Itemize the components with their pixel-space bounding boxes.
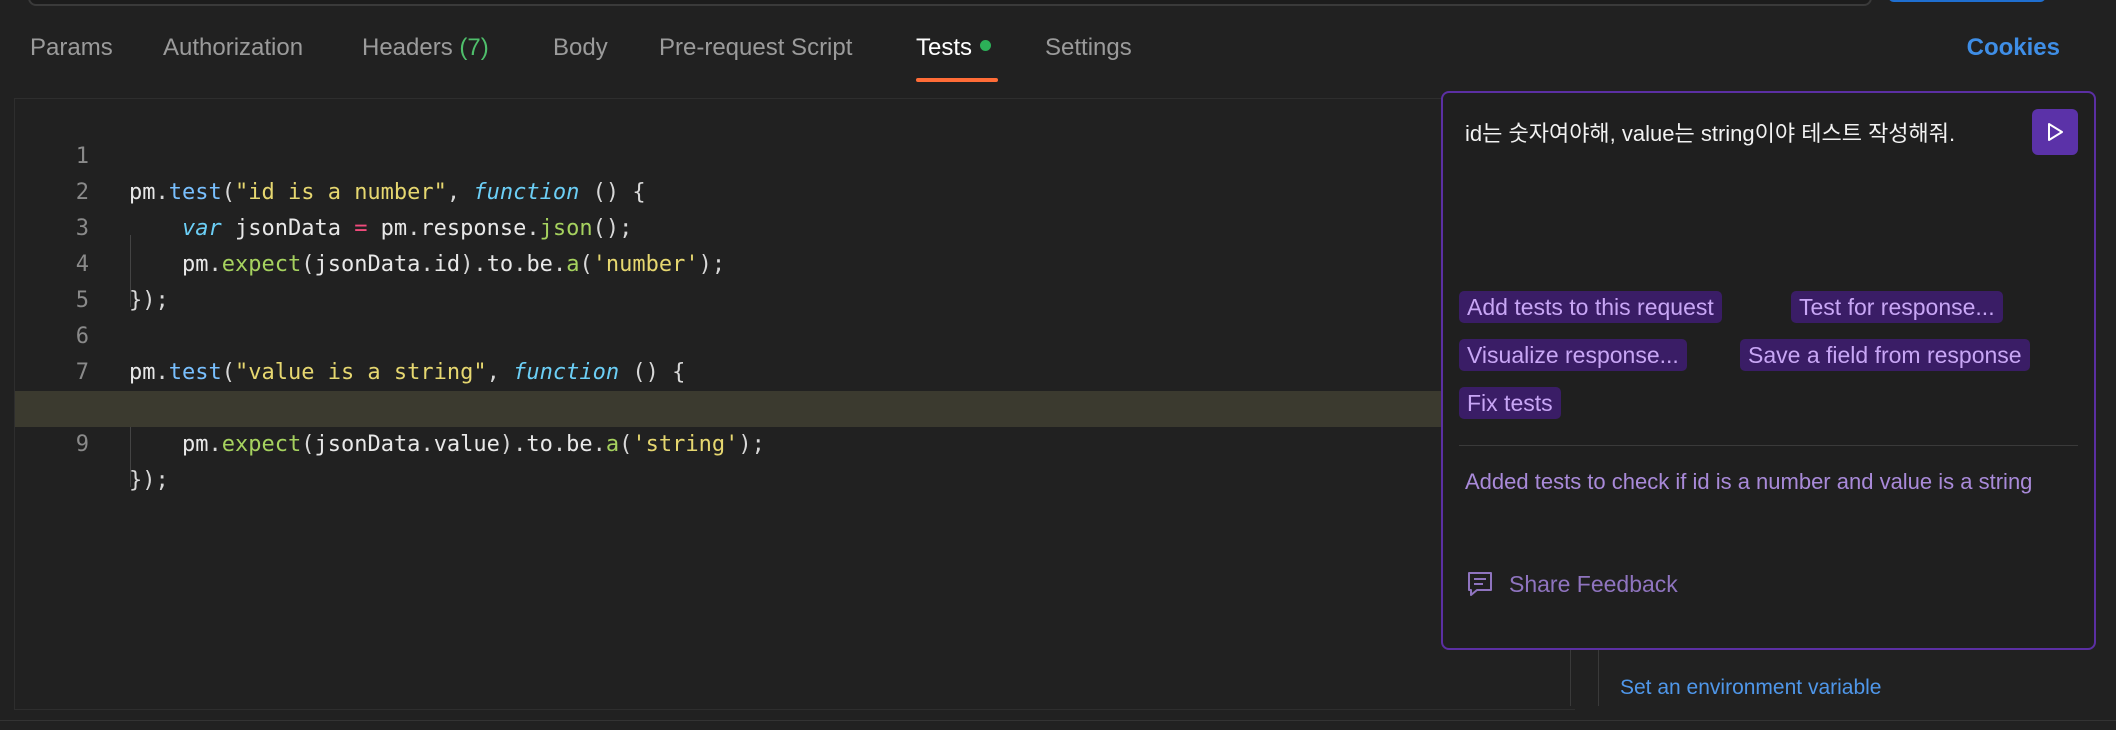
play-icon	[2048, 123, 2063, 141]
code-line: 3 pm.expect(jsonData.id).to.be.a('number…	[15, 175, 1575, 277]
suggestion-chip[interactable]: Visualize response...	[1459, 339, 1687, 371]
suggestion-chip[interactable]: Fix tests	[1459, 387, 1561, 419]
tab-headers-label: Headers	[362, 34, 453, 61]
divider	[1459, 445, 2078, 446]
share-feedback-button[interactable]: Share Feedback	[1465, 569, 1678, 599]
code-line: 5	[15, 247, 1575, 313]
suggestion-chip[interactable]: Test for response...	[1791, 291, 2003, 323]
code-line: 4 });	[15, 211, 1575, 313]
suggestion-chip[interactable]: Save a field from response	[1740, 339, 2030, 371]
snippet-set-environment-variable[interactable]: Set an environment variable	[1620, 676, 1882, 700]
tab-settings[interactable]: Settings	[1045, 34, 1132, 62]
suggestion-chip[interactable]: Add tests to this request	[1459, 291, 1722, 323]
feedback-message-icon	[1468, 572, 1492, 596]
ai-send-button[interactable]	[2032, 109, 2078, 155]
code-text: pm.expect(jsonData.value).to.be.a('strin…	[129, 432, 765, 457]
cookies-link[interactable]: Cookies	[1967, 34, 2060, 62]
tab-authorization[interactable]: Authorization	[163, 34, 303, 62]
code-line: 7 var jsonData = pm.response.json();	[15, 319, 1575, 421]
ai-response-text: Added tests to check if id is a number a…	[1465, 469, 2033, 494]
active-tab-indicator	[916, 78, 998, 82]
code-line: 1 pm.test("id is a number", function () …	[15, 103, 1575, 205]
tab-body[interactable]: Body	[553, 34, 608, 62]
tests-status-dot	[980, 40, 992, 52]
code-line-active: 9 });	[15, 391, 1575, 493]
ai-prompt-input[interactable]: id는 숫자여야해, value는 string이야 테스트 작성해줘.	[1465, 119, 1985, 149]
ai-assistant-popup: id는 숫자여야해, value는 string이야 테스트 작성해줘. Add…	[1441, 91, 2096, 650]
code-text: });	[129, 468, 169, 493]
tests-code-editor[interactable]: 1 pm.test("id is a number", function () …	[14, 98, 1575, 710]
code-line: 2 var jsonData = pm.response.json();	[15, 139, 1575, 241]
tab-tests[interactable]: Tests	[916, 34, 992, 62]
code-line: 6 pm.test("value is a string", function …	[15, 283, 1575, 385]
headers-count-badge: (7)	[459, 34, 489, 61]
tab-tests-label: Tests	[916, 34, 973, 61]
code-line: 8 pm.expect(jsonData.value).to.be.a('str…	[15, 355, 1575, 457]
line-number: 9	[75, 432, 89, 457]
share-feedback-label: Share Feedback	[1509, 570, 1678, 597]
tab-pre-request-script[interactable]: Pre-request Script	[659, 34, 852, 62]
divider	[0, 720, 2116, 721]
tab-headers[interactable]: Headers (7)	[362, 34, 489, 62]
tab-params[interactable]: Params	[30, 34, 113, 62]
request-tabs: Params Authorization Headers (7) Body Pr…	[0, 0, 2116, 90]
